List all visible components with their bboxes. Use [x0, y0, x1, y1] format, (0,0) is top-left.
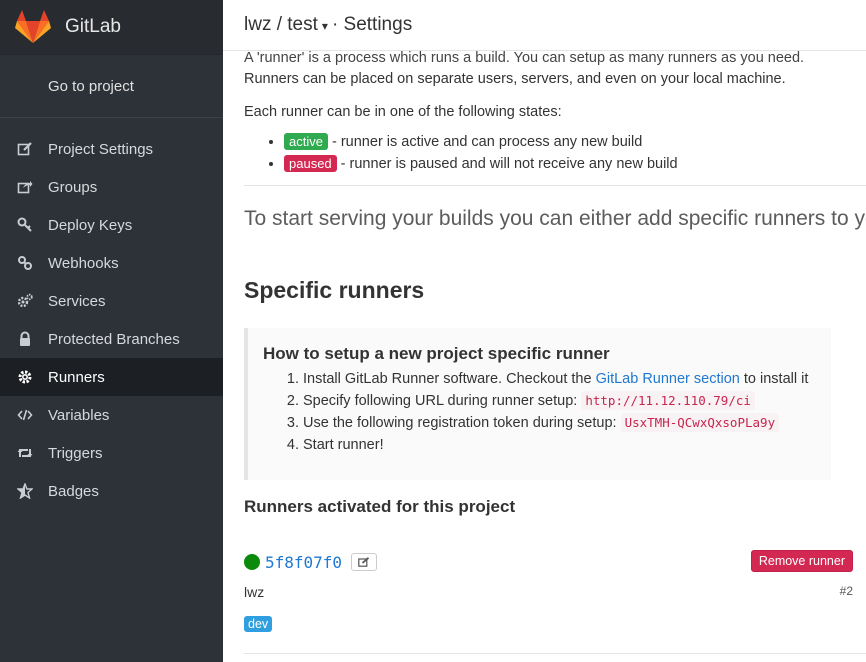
page-header: lwz / test ▾ · Settings: [223, 0, 866, 51]
setup-callout: How to setup a new project specific runn…: [244, 328, 831, 480]
sidebar-item-label: Variables: [48, 406, 110, 424]
sidebar: GitLab Go to project Project Settings Gr…: [0, 0, 223, 662]
runner-row: 5f8f07f0 Remove runner: [244, 550, 866, 574]
registration-token[interactable]: UsxTMH-QCwxQxsoPLa9y: [620, 413, 780, 432]
edit-icon: [17, 141, 33, 157]
specific-runners-heading: Specific runners: [244, 277, 425, 303]
sidebar-item-triggers[interactable]: Triggers: [0, 434, 223, 472]
sidebar-item-label: Triggers: [48, 444, 103, 462]
sidebar-item-label: Services: [48, 292, 106, 310]
code-icon: [17, 407, 33, 423]
sidebar-item-label: Protected Branches: [48, 330, 180, 348]
sidebar-item-badges[interactable]: Badges: [0, 472, 223, 510]
setup-title: How to setup a new project specific runn…: [263, 344, 610, 363]
active-label: active: [284, 133, 328, 150]
edit-runner-button[interactable]: [351, 553, 378, 571]
gitlab-runner-link[interactable]: GitLab Runner section: [596, 371, 740, 387]
lock-icon: [17, 331, 33, 347]
remove-runner-button[interactable]: Remove runner: [750, 550, 853, 572]
state-desc: - runner is paused and will not receive …: [336, 156, 678, 172]
runner-number: #2: [839, 584, 853, 598]
main-content: A 'runner' is a process which runs a bui…: [244, 49, 866, 662]
runner-tag: dev: [244, 616, 273, 632]
step-text: Use the following registration token dur…: [303, 415, 621, 431]
key-icon: [17, 217, 33, 233]
cog-icon: [17, 369, 33, 385]
sidebar-item-groups[interactable]: Groups: [0, 168, 223, 206]
lead-text: To start serving your builds you can eit…: [244, 207, 866, 230]
runner-status-icon: [244, 554, 260, 570]
sidebar-item-protected-branches[interactable]: Protected Branches: [0, 320, 223, 358]
runner-description: lwz: [244, 584, 265, 600]
sidebar-item-label: Deploy Keys: [48, 216, 133, 234]
star-half-icon: [16, 482, 34, 500]
app-name: GitLab: [65, 16, 121, 37]
paused-label: paused: [284, 155, 337, 172]
divider: [244, 653, 866, 654]
divider: [244, 185, 866, 186]
page-title: · Settings: [331, 14, 413, 35]
list-item: Install GitLab Runner software. Checkout…: [303, 368, 811, 390]
list-item: Start runner!: [303, 434, 811, 456]
sidebar-item-label: Badges: [48, 482, 99, 500]
edit-icon: [358, 557, 370, 567]
sidebar-item-label: Runners: [48, 368, 105, 386]
coordinator-url[interactable]: http://11.12.110.79/ci: [581, 391, 755, 410]
share-icon: [17, 179, 33, 195]
activated-runners-heading: Runners activated for this project: [244, 497, 516, 516]
sidebar-item-runners[interactable]: Runners: [0, 358, 223, 396]
sidebar-item-label: Webhooks: [48, 254, 119, 272]
runner-token-link[interactable]: 5f8f07f0: [265, 553, 342, 572]
intro-text-2: Runners can be placed on separate users,…: [244, 71, 786, 87]
list-item: Use the following registration token dur…: [303, 412, 811, 434]
list-item: paused - runner is paused and will not r…: [284, 153, 866, 175]
runner-description-row: lwz #2: [244, 584, 853, 600]
sidebar-item-label: Project Settings: [48, 140, 154, 158]
list-item: Specify following URL during runner setu…: [303, 390, 811, 412]
logo-bar[interactable]: GitLab: [0, 0, 223, 55]
gitlab-logo-icon: [15, 10, 51, 43]
cogs-icon: [17, 293, 33, 309]
sidebar-item-deploy-keys[interactable]: Deploy Keys: [0, 206, 223, 244]
states-list: active - runner is active and can proces…: [244, 131, 866, 175]
sidebar-item-services[interactable]: Services: [0, 282, 223, 320]
step-text: Specify following URL during runner setu…: [303, 393, 582, 409]
sidebar-item-label: Groups: [48, 178, 98, 196]
retweet-icon: [17, 445, 33, 461]
states-intro: Each runner can be in one of the followi…: [244, 104, 562, 120]
chevron-down-icon[interactable]: ▾: [322, 19, 328, 33]
sidebar-item-variables[interactable]: Variables: [0, 396, 223, 434]
step-text: to install it: [739, 371, 809, 387]
list-item: active - runner is active and can proces…: [284, 131, 866, 153]
state-desc: - runner is active and can process any n…: [327, 134, 643, 150]
intro-text-1: A 'runner' is a process which runs a bui…: [244, 50, 805, 66]
project-breadcrumb[interactable]: lwz / test: [244, 14, 318, 36]
go-to-project-link[interactable]: Go to project: [0, 55, 223, 118]
sidebar-item-webhooks[interactable]: Webhooks: [0, 244, 223, 282]
sidebar-nav: Project Settings Groups Deploy Keys Webh…: [0, 118, 223, 510]
step-text: Install GitLab Runner software. Checkout…: [303, 371, 596, 387]
sidebar-item-project-settings[interactable]: Project Settings: [0, 130, 223, 168]
setup-steps: Install GitLab Runner software. Checkout…: [263, 368, 811, 456]
link-icon: [17, 255, 33, 271]
